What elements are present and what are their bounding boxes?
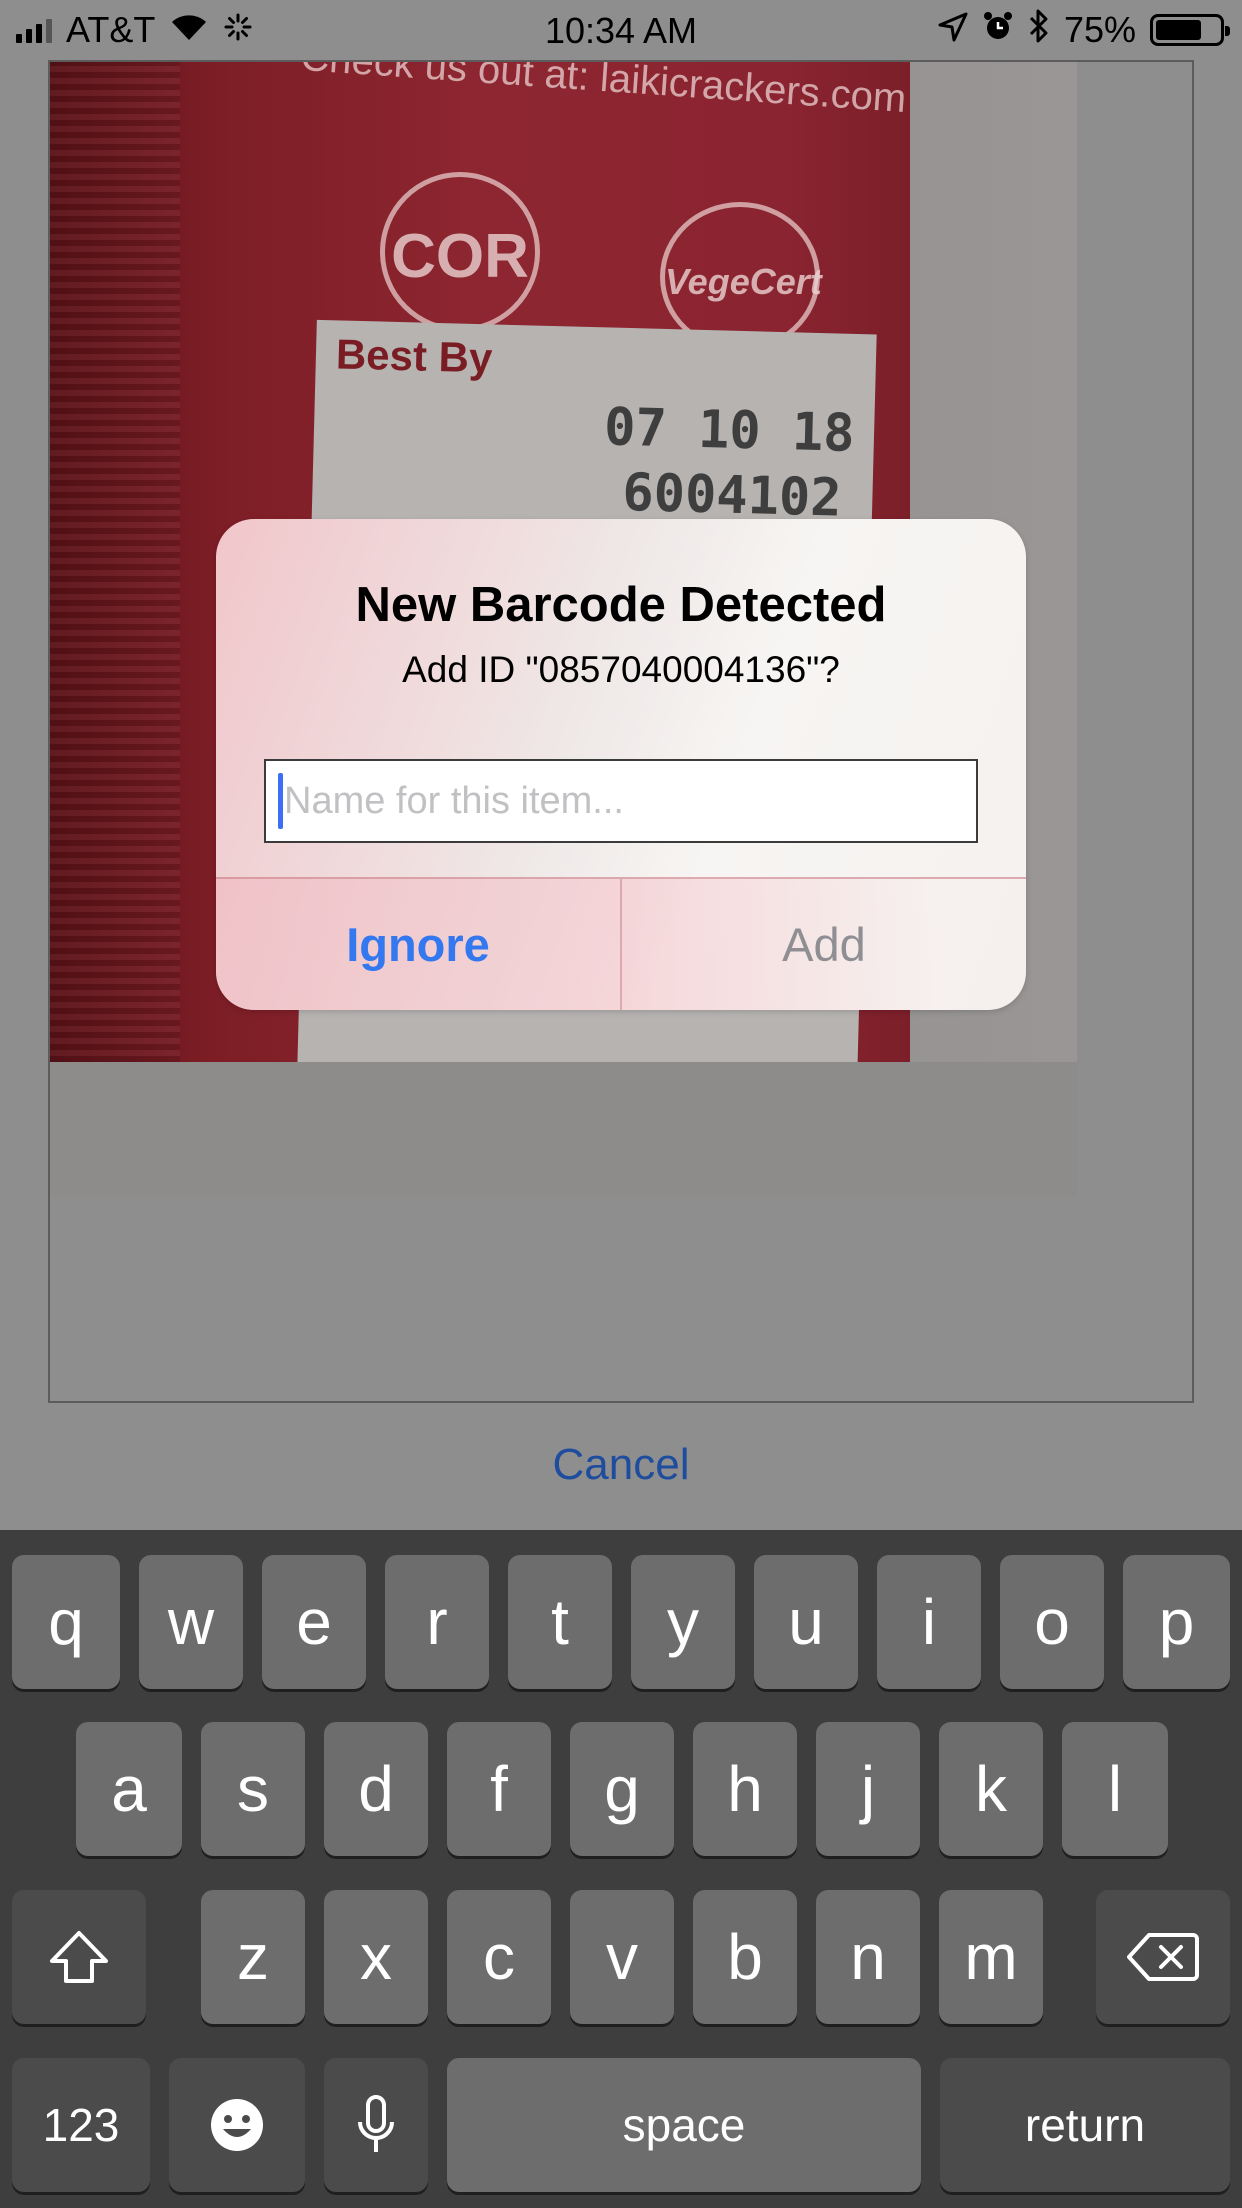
dictation-key[interactable]: [324, 2058, 428, 2192]
ignore-button[interactable]: Ignore: [216, 879, 620, 1010]
microphone-icon: [358, 2095, 394, 2152]
alert-title: New Barcode Detected: [355, 578, 887, 632]
delete-key[interactable]: [1096, 1890, 1230, 2024]
key-k[interactable]: k: [939, 1722, 1043, 1856]
key-p[interactable]: p: [1123, 1555, 1230, 1689]
shift-key[interactable]: [12, 1890, 146, 2024]
key-u[interactable]: u: [754, 1555, 858, 1689]
key-i[interactable]: i: [877, 1555, 981, 1689]
key-e[interactable]: e: [262, 1555, 366, 1689]
package-url-text: Check us out at: laikicrackers.com: [299, 62, 908, 122]
text-caret: [278, 773, 283, 829]
key-z[interactable]: z: [201, 1890, 305, 2024]
location-icon: [938, 9, 968, 51]
key-a[interactable]: a: [76, 1722, 182, 1856]
key-v[interactable]: v: [570, 1890, 674, 2024]
key-m[interactable]: m: [939, 1890, 1043, 2024]
key-h[interactable]: h: [693, 1722, 797, 1856]
key-c[interactable]: c: [447, 1890, 551, 2024]
cancel-button[interactable]: Cancel: [0, 1440, 1242, 1490]
key-o[interactable]: o: [1000, 1555, 1104, 1689]
emoji-icon: [211, 2099, 263, 2151]
status-right: 75%: [938, 9, 1230, 52]
key-j[interactable]: j: [816, 1722, 920, 1856]
alarm-icon: [982, 9, 1014, 51]
key-s[interactable]: s: [201, 1722, 305, 1856]
kosher-seal: COR: [380, 172, 540, 332]
return-key[interactable]: return: [940, 2058, 1230, 2192]
battery-level: [1156, 20, 1201, 40]
space-key[interactable]: space: [447, 2058, 921, 2192]
best-by-title: Best By: [335, 330, 493, 382]
shift-icon: [50, 1931, 108, 1983]
key-y[interactable]: y: [631, 1555, 735, 1689]
key-r[interactable]: r: [385, 1555, 489, 1689]
status-bar: AT&T 10:34 AM 75%: [0, 0, 1242, 60]
key-d[interactable]: d: [324, 1722, 428, 1856]
key-n[interactable]: n: [816, 1890, 920, 2024]
key-t[interactable]: t: [508, 1555, 612, 1689]
emoji-key[interactable]: [169, 2058, 305, 2192]
add-button[interactable]: Add: [622, 879, 1026, 1010]
best-by-date: 07 10 18: [603, 397, 856, 464]
key-w[interactable]: w: [139, 1555, 243, 1689]
backspace-icon: [1127, 1933, 1199, 1981]
key-q[interactable]: q: [12, 1555, 120, 1689]
keyboard: q w e r t y u i o p a s d f g h j k l z …: [0, 1530, 1242, 2208]
battery-percent: 75%: [1063, 9, 1136, 50]
new-barcode-alert: New Barcode Detected Add ID "08570400041…: [216, 519, 1026, 1010]
numbers-key[interactable]: 123: [12, 2058, 150, 2192]
key-f[interactable]: f: [447, 1722, 551, 1856]
alert-message: Add ID "0857040004136"?: [402, 649, 840, 690]
key-b[interactable]: b: [693, 1890, 797, 2024]
key-g[interactable]: g: [570, 1722, 674, 1856]
key-x[interactable]: x: [324, 1890, 428, 2024]
bluetooth-icon: [1028, 9, 1050, 52]
key-l[interactable]: l: [1062, 1722, 1168, 1856]
battery-icon: [1150, 14, 1230, 46]
item-name-input[interactable]: [264, 759, 978, 843]
